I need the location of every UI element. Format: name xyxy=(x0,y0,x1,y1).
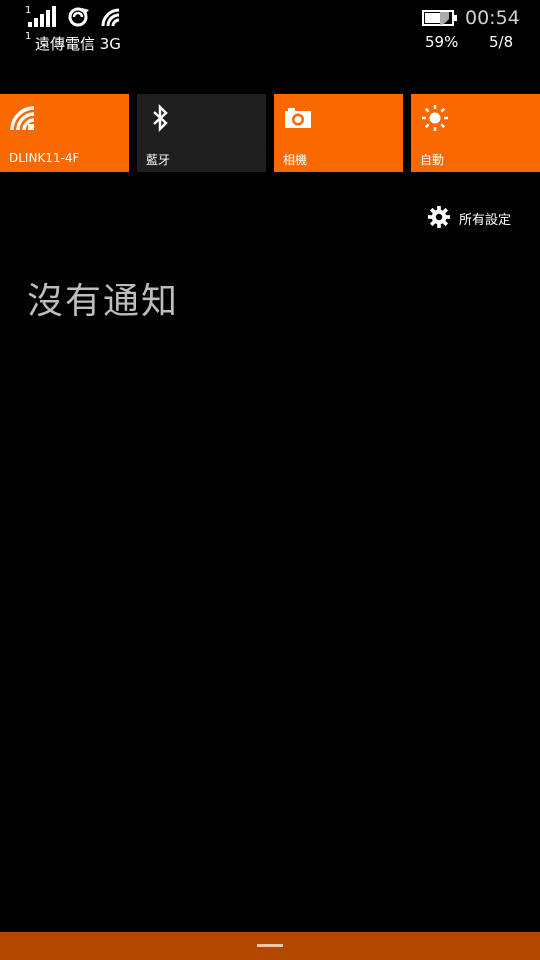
sim-slot-carrier: 1 xyxy=(25,31,32,42)
sync-icon xyxy=(68,7,89,27)
quick-action-brightness-label: 自動 xyxy=(420,153,445,167)
wifi-icon xyxy=(101,8,120,27)
no-notifications-message: 沒有通知 xyxy=(27,281,180,322)
clock: 00:54 xyxy=(465,7,520,29)
battery-percent: 59% xyxy=(425,33,459,51)
action-center-handle[interactable] xyxy=(0,932,540,960)
quick-action-wifi-label: DLINK11-4F xyxy=(9,151,80,165)
wifi-icon xyxy=(10,106,35,131)
quick-actions: DLINK11-4F 藍牙 相機 自動 xyxy=(0,94,540,172)
quick-action-brightness[interactable]: 自動 xyxy=(411,94,540,172)
grip-handle[interactable] xyxy=(257,944,283,947)
quick-action-bluetooth-label: 藍牙 xyxy=(146,153,171,167)
quick-action-camera[interactable]: 相機 xyxy=(274,94,403,172)
camera-icon xyxy=(285,108,311,128)
all-settings-button[interactable]: 所有設定 xyxy=(426,205,526,229)
status-bar: 1 1 遠傳電信 3G 00:54 59% 5/8 xyxy=(0,0,540,60)
signal-icon xyxy=(28,6,56,27)
brightness-icon xyxy=(422,105,448,131)
quick-action-bluetooth[interactable]: 藍牙 xyxy=(137,94,266,172)
quick-action-camera-label: 相機 xyxy=(283,153,308,167)
all-settings-label: 所有設定 xyxy=(459,213,512,228)
carrier-name: 遠傳電信 3G xyxy=(35,35,121,53)
date: 5/8 xyxy=(489,33,514,51)
gear-icon xyxy=(428,206,450,228)
bluetooth-icon xyxy=(153,104,168,132)
quick-action-wifi[interactable]: DLINK11-4F xyxy=(0,94,129,172)
battery-icon xyxy=(422,10,457,26)
